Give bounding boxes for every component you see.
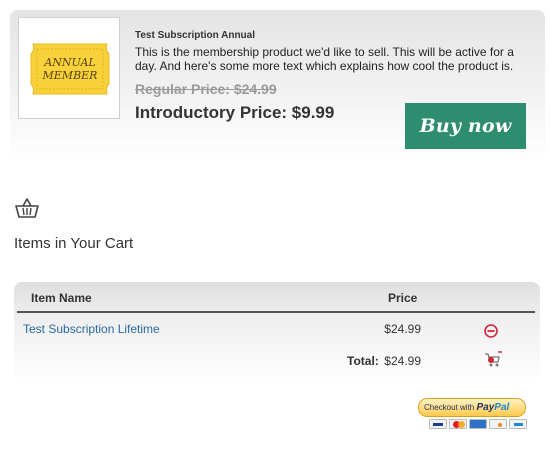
basket-icon <box>15 198 39 218</box>
discover-icon <box>489 419 507 429</box>
cart-item-price: $24.99 <box>384 322 421 336</box>
badge-line1: ANNUAL <box>43 56 95 69</box>
paypal-button-face[interactable]: Checkout with PayPal <box>418 398 526 417</box>
mastercard-icon <box>449 419 467 429</box>
product-card: ANNUAL MEMBER Test Subscription Annual T… <box>10 10 545 160</box>
product-thumbnail: ANNUAL MEMBER <box>18 17 120 119</box>
regular-price: Regular Price: $24.99 <box>135 81 277 97</box>
product-title: Test Subscription Annual <box>135 30 256 41</box>
visa-icon <box>429 419 447 429</box>
cart-table: Item Name Price Test Subscription Lifeti… <box>14 282 540 382</box>
header-divider <box>17 311 535 313</box>
paypal-checkout-button[interactable]: Checkout with PayPal <box>418 398 527 432</box>
paypal-checkout-text: Checkout with <box>424 403 475 412</box>
paypal-logo: PayPal <box>476 402 510 413</box>
product-description: This is the membership product we'd like… <box>135 45 514 73</box>
buy-now-button[interactable]: Buy now <box>405 103 526 149</box>
cart-heading: Items in Your Cart <box>14 235 134 252</box>
annual-member-badge-icon: ANNUAL MEMBER <box>30 43 110 95</box>
payment-card-logos <box>429 419 527 430</box>
total-value: $24.99 <box>384 354 421 368</box>
introductory-price: Introductory Price: $9.99 <box>135 103 335 122</box>
remove-item-icon[interactable] <box>484 324 498 338</box>
badge-line2: MEMBER <box>42 69 98 82</box>
cart-item-link[interactable]: Test Subscription Lifetime <box>23 322 160 336</box>
paypal-card-icon <box>509 419 527 429</box>
column-header-price: Price <box>388 291 418 305</box>
amex-icon <box>469 419 487 429</box>
column-header-item-name: Item Name <box>31 291 92 305</box>
cart-remove-icon[interactable] <box>483 351 503 369</box>
